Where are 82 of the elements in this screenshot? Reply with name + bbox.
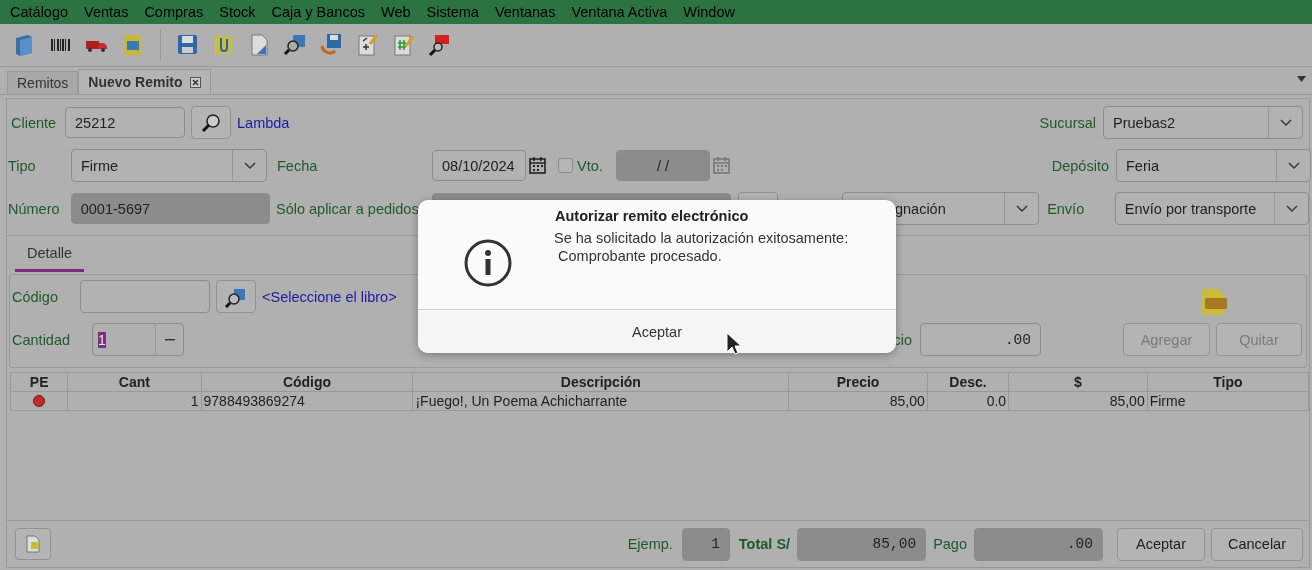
checkbox-label: Vto. (577, 157, 604, 174)
pencil-icon[interactable] (391, 32, 417, 58)
warehouse-dropdown[interactable]: Feria (1116, 149, 1311, 182)
accept-button[interactable]: Aceptar (418, 309, 896, 353)
table-cell: ¡Fuego!, Un Poema Achicharrante (412, 391, 789, 411)
payment-field[interactable]: .00 (974, 527, 1103, 561)
field-label: Depósito (1051, 157, 1109, 174)
field-label: Cliente (11, 114, 58, 131)
field-label: Ejemp. (627, 536, 673, 552)
menu-item[interactable]: Compras (136, 4, 212, 20)
menu-item[interactable]: Sistema (418, 4, 487, 20)
menu-item[interactable]: Ventanas (486, 4, 564, 20)
field-label: Tipo (8, 157, 37, 174)
search-button[interactable] (191, 106, 231, 139)
client-name-link[interactable]: Lambda (237, 114, 290, 131)
close-icon[interactable] (190, 76, 202, 88)
dialog-message: Se ha solicitado la autorización exitosamente: Comprobante procesado. (554, 229, 849, 266)
chevron-down-icon (1287, 161, 1300, 170)
due-date-field[interactable]: / / (616, 150, 710, 181)
accept-button[interactable]: Aceptar (1117, 527, 1205, 561)
search-button[interactable] (216, 280, 256, 313)
dropdown-icon[interactable] (1297, 76, 1306, 82)
field-label: Envío (1047, 200, 1086, 217)
field-label: Pago (933, 536, 967, 552)
branch-dropdown[interactable]: Pruebas2 (1103, 106, 1303, 139)
info-icon (464, 239, 512, 287)
field-label: Cantidad (12, 331, 72, 348)
book-select-link[interactable]: <Seleccione el libro> (262, 288, 397, 305)
menu-item[interactable]: Caja y Bancos (263, 4, 373, 20)
total-field: 85,00 (797, 527, 927, 561)
table-cell: 85,00 (788, 391, 928, 411)
column-header[interactable]: Desc. (927, 372, 1009, 392)
column-header[interactable]: PE (10, 372, 68, 392)
client-field[interactable]: 25212 (65, 107, 185, 138)
table-cell: 1 (67, 391, 202, 411)
table-cell: Firme (1147, 391, 1309, 411)
chevron-down-icon (1279, 118, 1292, 127)
tab[interactable]: Detalle (15, 245, 85, 272)
quantity-spinner[interactable]: 1 (92, 323, 184, 356)
column-header[interactable]: Precio (788, 372, 928, 392)
field-label: Total S/ (738, 536, 791, 552)
minus-icon[interactable] (164, 338, 175, 341)
price-field[interactable]: .00 (920, 323, 1041, 356)
column-header[interactable]: Descripción (412, 372, 789, 392)
chevron-down-icon (1285, 204, 1298, 213)
document-button[interactable] (15, 528, 51, 560)
cancel-button[interactable]: Cancelar (1211, 527, 1303, 561)
menu-item[interactable]: Window (675, 4, 743, 20)
field-label: Código (12, 288, 59, 305)
menu-item[interactable]: Catálogo (2, 4, 77, 20)
tab[interactable]: Nuevo Remito (78, 69, 212, 94)
cursor-icon (726, 332, 741, 356)
column-header[interactable]: $ (1008, 372, 1148, 392)
field-label: Sucursal (1039, 114, 1096, 131)
calculator-icon[interactable] (355, 32, 381, 58)
search-icon (200, 111, 222, 134)
menu-item[interactable]: Web (373, 4, 419, 20)
field-label: Número (8, 200, 61, 217)
chevron-down-icon (1015, 204, 1028, 213)
chevron-down-icon (243, 161, 256, 170)
table-cell: 85,00 (1008, 391, 1148, 411)
table-cell: 9788493869274 (201, 391, 413, 411)
date-field[interactable]: 08/10/2024 (432, 150, 526, 181)
type-dropdown[interactable]: Firme (71, 149, 267, 182)
document-icon (24, 535, 42, 553)
shipping-dropdown[interactable]: Envío por transporte (1114, 192, 1309, 225)
column-header[interactable]: Cant (67, 372, 202, 392)
menu-item[interactable]: Stock (211, 4, 264, 20)
dialog-title: Autorizar remito electrónico (555, 208, 749, 224)
menu-item[interactable]: Ventana Activa (563, 4, 676, 20)
code-field[interactable] (80, 280, 210, 313)
copies-field[interactable]: 1 (681, 527, 730, 561)
table-cell: 0.0 (927, 391, 1009, 411)
field-label: Fecha (277, 157, 319, 174)
column-header[interactable]: Tipo (1147, 372, 1309, 392)
tab[interactable]: Remitos (7, 71, 79, 94)
column-header[interactable]: Código (201, 372, 413, 392)
calendar-icon[interactable] (528, 156, 547, 175)
field-label: Sólo aplicar a pedidos (275, 200, 420, 217)
menu-item[interactable]: Ventas (76, 4, 137, 20)
number-field[interactable]: 0001-5697 (70, 193, 270, 224)
checkbox[interactable] (558, 158, 573, 173)
